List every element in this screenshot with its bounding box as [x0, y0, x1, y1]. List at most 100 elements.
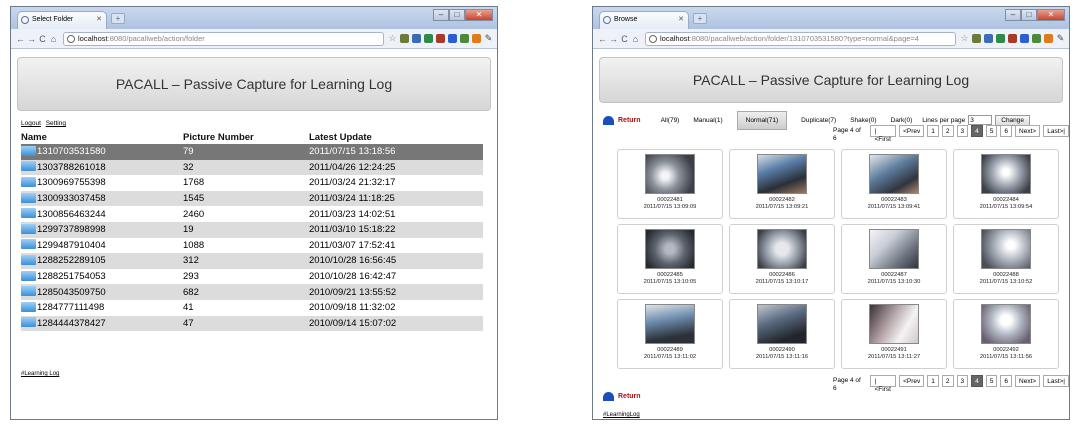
reload-icon[interactable]: C [37, 34, 48, 44]
maximize-button[interactable]: □ [449, 9, 465, 21]
close-window-button[interactable]: ✕ [465, 9, 493, 21]
table-row[interactable]: 1288252289105 312 2010/10/28 16:56:45 [21, 253, 483, 269]
close-window-button[interactable]: ✕ [1037, 9, 1065, 21]
photo-thumbnail[interactable] [869, 304, 919, 344]
photo-thumbnail[interactable] [645, 304, 695, 344]
star-extension-icon[interactable] [1020, 34, 1029, 43]
page-button-5[interactable]: 5 [985, 375, 998, 387]
page-button-6[interactable]: 6 [1000, 125, 1013, 137]
table-row[interactable]: 1310703531580 79 2011/07/15 13:18:56 [21, 144, 483, 160]
extension-icon[interactable] [972, 34, 981, 43]
forward-icon[interactable]: → [608, 34, 619, 44]
photo-card[interactable]: 00022491 2011/07/15 13:11:27 [841, 299, 947, 369]
photo-thumbnail[interactable] [645, 229, 695, 269]
photo-thumbnail[interactable] [981, 229, 1031, 269]
filter-dark[interactable]: Dark(0) [891, 117, 913, 124]
prev-page-button[interactable]: <Prev [899, 125, 925, 137]
extension-icon[interactable] [996, 34, 1005, 43]
close-tab-icon[interactable]: ✕ [678, 15, 684, 23]
minimize-button[interactable]: – [1005, 9, 1021, 21]
table-row[interactable]: 1284777111498 41 2010/09/18 11:32:02 [21, 300, 483, 316]
learning-log-link[interactable]: #LearningLog [603, 412, 640, 418]
folder-name[interactable]: 1300933037458 [37, 193, 106, 204]
last-page-button[interactable]: Last>| [1043, 125, 1069, 137]
wrench-icon[interactable]: ✎ [1056, 34, 1065, 43]
browser-tab[interactable]: Select Folder ✕ [17, 11, 107, 29]
browser-tab[interactable]: Browse ✕ [599, 11, 689, 29]
home-icon[interactable]: ⌂ [630, 34, 641, 44]
photo-thumbnail[interactable] [645, 154, 695, 194]
photo-card[interactable]: 00022488 2011/07/15 13:10:52 [953, 224, 1059, 294]
photo-card[interactable]: 00022485 2011/07/15 13:10:05 [617, 224, 723, 294]
extension-icon[interactable] [436, 34, 445, 43]
last-page-button[interactable]: Last>| [1043, 375, 1069, 387]
photo-thumbnail[interactable] [869, 229, 919, 269]
photo-card[interactable]: 00022484 2011/07/15 13:09:54 [953, 149, 1059, 219]
table-row[interactable]: 1299487910404 1088 2011/03/07 17:52:41 [21, 238, 483, 254]
photo-card[interactable]: 00022481 2011/07/15 13:09:09 [617, 149, 723, 219]
photo-card[interactable]: 00022490 2011/07/15 13:11:16 [729, 299, 835, 369]
photo-thumbnail[interactable] [757, 154, 807, 194]
photo-thumbnail[interactable] [981, 304, 1031, 344]
filter-duplicate[interactable]: Duplicate(7) [801, 117, 836, 124]
page-button-1[interactable]: 1 [927, 125, 939, 137]
folder-name[interactable]: 1285043509750 [37, 287, 106, 298]
filter-all[interactable]: All(79) [661, 117, 680, 124]
back-icon[interactable]: ← [15, 34, 26, 44]
folder-name[interactable]: 1284444378427 [37, 318, 106, 329]
photo-thumbnail[interactable] [869, 154, 919, 194]
address-bar[interactable]: localhost:8080/pacallweb/action/folder [63, 31, 384, 46]
page-button-1[interactable]: 1 [927, 375, 939, 387]
table-row[interactable]: 1299737898998 19 2011/03/10 15:18:22 [21, 221, 483, 238]
folder-name[interactable]: 1310703531580 [37, 146, 106, 157]
table-row[interactable]: 1303788261018 32 2011/04/26 12:24:25 [21, 159, 483, 176]
logout-link[interactable]: Logout [21, 120, 41, 127]
extension-icon[interactable] [472, 34, 481, 43]
return-link[interactable]: Return [603, 115, 641, 125]
table-row[interactable]: 1300969755398 1768 2011/03/24 21:32:17 [21, 175, 483, 191]
folder-name[interactable]: 1300856463244 [37, 209, 106, 220]
page-button-2[interactable]: 2 [941, 125, 954, 137]
folder-name[interactable]: 1300969755398 [37, 177, 106, 188]
first-page-button[interactable]: |<First [870, 125, 897, 143]
learning-log-link[interactable]: #Learning Log [21, 371, 59, 377]
change-button[interactable]: Change [995, 114, 1031, 126]
photo-card[interactable]: 00022486 2011/07/15 13:10:17 [729, 224, 835, 294]
page-button-2[interactable]: 2 [941, 375, 954, 387]
photo-thumbnail[interactable] [757, 229, 807, 269]
maximize-button[interactable]: □ [1021, 9, 1037, 21]
page-button-6[interactable]: 6 [1000, 375, 1013, 387]
reload-icon[interactable]: C [619, 34, 630, 44]
photo-card[interactable]: 00022489 2011/07/15 13:11:02 [617, 299, 723, 369]
folder-name[interactable]: 1288252289105 [37, 255, 106, 266]
filter-shake[interactable]: Shake(0) [850, 117, 876, 124]
page-button-3[interactable]: 3 [956, 375, 969, 387]
extension-icon[interactable] [1032, 34, 1041, 43]
table-row[interactable]: 1285043509750 682 2010/09/21 13:55:52 [21, 284, 483, 300]
table-row[interactable]: 1288251754053 293 2010/10/28 16:42:47 [21, 269, 483, 285]
forward-icon[interactable]: → [26, 34, 37, 44]
folder-name[interactable]: 1303788261018 [37, 162, 106, 173]
new-tab-button[interactable]: + [693, 13, 707, 24]
extension-icon[interactable] [424, 34, 433, 43]
photo-card[interactable]: 00022483 2011/07/15 13:09:41 [841, 149, 947, 219]
folder-name[interactable]: 1288251754053 [37, 271, 106, 282]
back-icon[interactable]: ← [597, 34, 608, 44]
photo-thumbnail[interactable] [757, 304, 807, 344]
folder-name[interactable]: 1299737898998 [37, 224, 106, 235]
photo-card[interactable]: 00022482 2011/07/15 13:09:21 [729, 149, 835, 219]
return-link-bottom[interactable]: Return [603, 392, 641, 401]
page-button-4-current[interactable]: 4 [971, 125, 983, 137]
minimize-button[interactable]: – [433, 9, 449, 21]
photo-card[interactable]: 00022492 2011/07/15 13:11:56 [953, 299, 1059, 369]
new-tab-button[interactable]: + [111, 13, 125, 24]
photo-card[interactable]: 00022487 2011/07/15 13:10:30 [841, 224, 947, 294]
page-button-4-current[interactable]: 4 [971, 375, 983, 387]
photo-thumbnail[interactable] [981, 154, 1031, 194]
next-page-button[interactable]: Next> [1015, 375, 1041, 387]
filter-manual[interactable]: Manual(1) [693, 117, 722, 124]
bookmark-star-icon[interactable]: ☆ [388, 34, 397, 43]
page-button-3[interactable]: 3 [956, 125, 969, 137]
close-tab-icon[interactable]: ✕ [96, 15, 102, 23]
first-page-button[interactable]: |<First [870, 375, 897, 393]
